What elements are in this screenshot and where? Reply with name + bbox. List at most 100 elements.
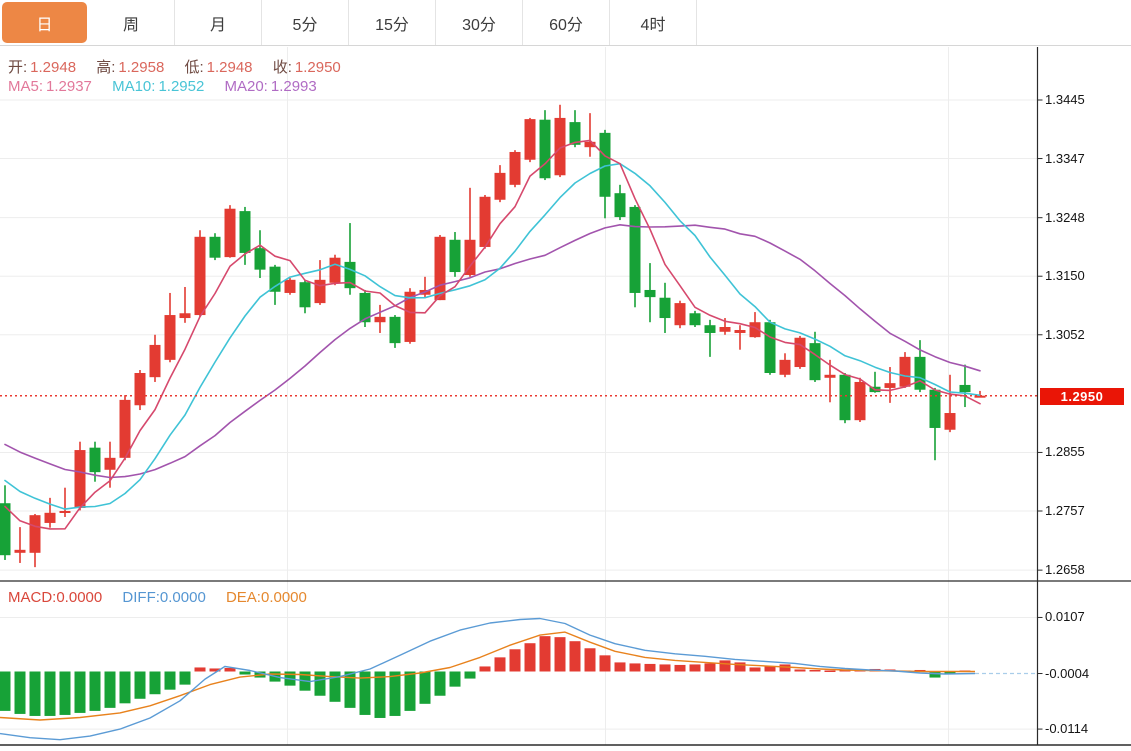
macd-bar: [15, 672, 26, 714]
tab-5分[interactable]: 5分: [262, 0, 349, 45]
macd-bar: [525, 643, 536, 671]
candle-body: [300, 282, 311, 307]
candle-body: [900, 357, 911, 387]
tab-周[interactable]: 周: [88, 0, 175, 45]
macd-bar: [180, 672, 191, 685]
candle-body: [270, 267, 281, 292]
macd-bar: [30, 672, 41, 716]
candle-body: [705, 325, 716, 333]
candle-body: [30, 515, 41, 553]
tab-30分[interactable]: 30分: [436, 0, 523, 45]
tab-日[interactable]: 日: [2, 2, 87, 43]
candle-body: [180, 313, 191, 318]
candle-body: [120, 400, 131, 458]
candle-body: [540, 120, 551, 179]
tab-4时[interactable]: 4时: [610, 0, 697, 45]
candle-body: [690, 313, 701, 325]
macd-bar: [780, 664, 791, 671]
open-label: 开:: [8, 59, 27, 76]
macd-value: 0.0000: [56, 589, 102, 606]
macd-bar: [195, 667, 206, 671]
candle-body: [780, 360, 791, 375]
candle-body: [765, 322, 776, 373]
candle-body: [885, 383, 896, 388]
candle-body: [435, 237, 446, 300]
tab-60分[interactable]: 60分: [523, 0, 610, 45]
candle-body: [285, 280, 296, 293]
candle-body: [105, 458, 116, 470]
macd-bar: [585, 648, 596, 671]
macd-bar: [750, 667, 761, 671]
candle-body: [525, 119, 536, 160]
macd-bar: [495, 657, 506, 671]
macd-bar: [765, 666, 776, 671]
macd-bar: [420, 672, 431, 704]
dea-line: [0, 632, 975, 720]
macd-label: MACD:: [8, 589, 56, 606]
macd-bar: [165, 672, 176, 690]
chart-app: 日周月5分15分30分60分4时 开:1.2948 高:1.2958 低:1.2…: [0, 0, 1131, 751]
candle-body: [675, 303, 686, 325]
close-value: 1.2950: [295, 59, 341, 76]
diff-line: [0, 619, 975, 740]
macd-bar: [705, 663, 716, 671]
candle-body: [75, 450, 86, 508]
candle-body: [15, 550, 26, 553]
candle-body: [135, 373, 146, 405]
macd-bar: [0, 672, 11, 711]
low-label: 低:: [184, 59, 203, 76]
tab-月[interactable]: 月: [175, 0, 262, 45]
candle-body: [330, 258, 341, 283]
diff-label: DIFF:: [122, 589, 160, 606]
macd-bar: [405, 672, 416, 711]
macd-bar: [645, 664, 656, 672]
ma5-value: 1.2937: [46, 78, 92, 95]
candle-body: [195, 237, 206, 315]
candle-body: [840, 375, 851, 420]
macd-bar: [105, 672, 116, 708]
macd-bar: [720, 660, 731, 671]
candlestick-macd-chart: [0, 46, 1131, 751]
candle-body: [510, 152, 521, 185]
candle-body: [210, 237, 221, 258]
candle-body: [660, 298, 671, 318]
candle-body: [480, 197, 491, 247]
open-value: 1.2948: [30, 59, 76, 76]
candle-body: [150, 345, 161, 377]
candle-body: [855, 382, 866, 420]
macd-bar: [660, 664, 671, 671]
candle-body: [60, 511, 71, 513]
macd-bar: [555, 637, 566, 671]
ma5-label: MA5:: [8, 78, 43, 95]
macd-bar: [240, 672, 251, 675]
macd-bar: [930, 672, 941, 678]
tab-15分[interactable]: 15分: [349, 0, 436, 45]
candle-body: [225, 209, 236, 257]
macd-bar: [540, 636, 551, 671]
macd-legend: MACD:0.0000 DIFF:0.0000 DEA:0.0000: [8, 589, 323, 606]
candle-body: [375, 317, 386, 322]
macd-bar: [150, 672, 161, 695]
high-label: 高:: [96, 59, 115, 76]
macd-bar: [90, 672, 101, 711]
macd-bar: [75, 672, 86, 713]
candle-body: [945, 413, 956, 430]
macd-bar: [600, 655, 611, 671]
candle-body: [615, 193, 626, 217]
macd-bar: [810, 670, 821, 672]
macd-bar: [615, 662, 626, 671]
low-value: 1.2948: [207, 59, 253, 76]
candle-body: [645, 290, 656, 297]
close-label: 收:: [273, 59, 292, 76]
dea-value: 0.0000: [261, 589, 307, 606]
candle-body: [810, 343, 821, 380]
candle-body: [960, 385, 971, 392]
macd-bar: [375, 672, 386, 718]
candle-body: [315, 280, 326, 303]
ma20-label: MA20:: [225, 78, 268, 95]
candle-body: [90, 448, 101, 472]
candle-body: [825, 375, 836, 378]
candle-body: [735, 330, 746, 333]
ma10-label: MA10:: [112, 78, 155, 95]
macd-bar: [795, 669, 806, 671]
